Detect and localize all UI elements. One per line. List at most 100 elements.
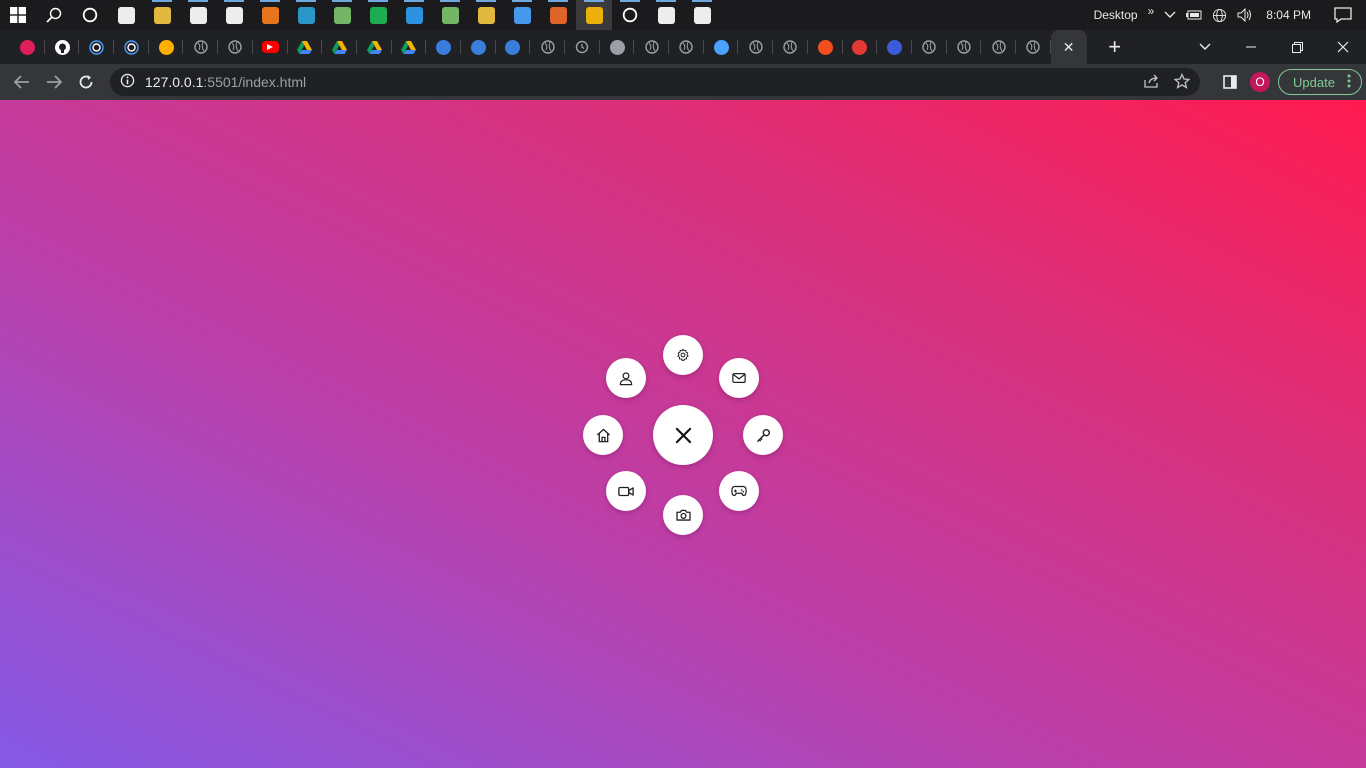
menu-item-settings[interactable]: [663, 335, 703, 375]
browser-tab[interactable]: [738, 30, 774, 64]
taskbar-app-git-kraken[interactable]: [432, 0, 468, 30]
taskbar-app-windows-start[interactable]: [0, 0, 36, 30]
taskbar-app-spotify[interactable]: [360, 0, 396, 30]
side-panel-icon[interactable]: [1214, 66, 1246, 98]
taskbar-app-python[interactable]: [468, 0, 504, 30]
browser-tab[interactable]: [392, 30, 427, 64]
restore-icon[interactable]: [1274, 30, 1320, 64]
browser-tab[interactable]: [183, 30, 219, 64]
close-tab-icon[interactable]: ✕: [1063, 39, 1075, 56]
taskbar-app-chrome[interactable]: [576, 0, 612, 30]
tab-search-icon[interactable]: [1182, 30, 1228, 64]
video-icon: [618, 486, 634, 496]
browser-tab[interactable]: [496, 30, 531, 64]
browser-tab[interactable]: [912, 30, 947, 64]
taskbar-app-microsoft-store[interactable]: [180, 0, 216, 30]
active-tab[interactable]: ✕: [1050, 30, 1087, 64]
browser-tab[interactable]: [288, 30, 323, 64]
share-icon[interactable]: [1144, 74, 1160, 91]
google-drive-icon: [297, 40, 313, 55]
browser-tab[interactable]: [149, 30, 184, 64]
browser-tab[interactable]: [669, 30, 704, 64]
back-arrow-icon[interactable]: [6, 66, 38, 98]
toolbar-more[interactable]: »: [1148, 4, 1155, 18]
notifications-icon[interactable]: [1334, 7, 1352, 23]
browser-tab[interactable]: [322, 30, 357, 64]
chevron-up-icon[interactable]: [1164, 11, 1176, 19]
browser-tab[interactable]: [218, 30, 253, 64]
menu-item-gamepad[interactable]: [719, 471, 759, 511]
taskbar-app-edge[interactable]: [288, 0, 324, 30]
history-icon: [575, 40, 590, 55]
taskbar-app-vscode[interactable]: [396, 0, 432, 30]
browser-tab[interactable]: [981, 30, 1016, 64]
browser-tab[interactable]: [877, 30, 912, 64]
browser-tab[interactable]: [808, 30, 843, 64]
running-indicator: [152, 0, 172, 2]
close-window-icon[interactable]: [1320, 30, 1366, 64]
menu-item-user[interactable]: [606, 358, 646, 398]
browser-tab[interactable]: [600, 30, 635, 64]
running-indicator: [512, 0, 532, 2]
browser-tab[interactable]: [947, 30, 982, 64]
menu-item-video[interactable]: [606, 471, 646, 511]
taskbar-app-usb[interactable]: [684, 0, 720, 30]
clock[interactable]: 8:04 PM: [1266, 8, 1311, 22]
taskbar-app-browser[interactable]: [504, 0, 540, 30]
browser-tab[interactable]: [530, 30, 565, 64]
address-bar[interactable]: 127.0.0.1:5501/index.html: [110, 68, 1200, 96]
browser-tab[interactable]: [426, 30, 461, 64]
radial-menu-toggle[interactable]: [653, 405, 713, 465]
menu-item-home[interactable]: [583, 415, 623, 455]
taskbar-app-cortana[interactable]: [72, 0, 108, 30]
browser-tab[interactable]: [565, 30, 600, 64]
taskbar-app-sublime-text[interactable]: [252, 0, 288, 30]
taskbar-app-target[interactable]: [612, 0, 648, 30]
globe-icon: [956, 40, 971, 55]
taskbar-app-file-explorer[interactable]: [144, 0, 180, 30]
running-indicator: [548, 0, 568, 2]
menu-item-camera[interactable]: [663, 495, 703, 535]
browser-tab[interactable]: [45, 30, 80, 64]
bookmark-star-icon[interactable]: [1173, 72, 1191, 92]
taskbar-app-terminal[interactable]: [540, 0, 576, 30]
taskbar-app-task-view[interactable]: [108, 0, 144, 30]
minimize-icon[interactable]: [1228, 30, 1274, 64]
google-drive-icon: [366, 40, 382, 55]
taskbar-app-settings[interactable]: [648, 0, 684, 30]
forward-arrow-icon[interactable]: [38, 66, 70, 98]
tab-list: [10, 30, 1051, 64]
network-globe-icon[interactable]: [1212, 8, 1227, 23]
menu-item-mail[interactable]: [719, 358, 759, 398]
profile-avatar[interactable]: O: [1250, 72, 1270, 92]
browser-tab[interactable]: [79, 30, 115, 64]
battery-icon[interactable]: [1186, 10, 1202, 20]
browser-tab[interactable]: [461, 30, 496, 64]
reload-icon[interactable]: [70, 66, 102, 98]
taskbar-app-mail[interactable]: [216, 0, 252, 30]
taskbar-app-search[interactable]: [36, 0, 72, 30]
volume-icon[interactable]: [1237, 8, 1253, 22]
browser-tab[interactable]: [253, 30, 288, 64]
running-indicator: [476, 0, 496, 2]
browser-tab[interactable]: [357, 30, 392, 64]
shield-icon: [887, 39, 903, 55]
more-vertical-icon[interactable]: [1347, 74, 1351, 91]
browser-tab[interactable]: [1016, 30, 1051, 64]
browser-tab[interactable]: [10, 30, 45, 64]
git-icon: [333, 6, 351, 24]
browser-tab[interactable]: [634, 30, 670, 64]
menu-item-key[interactable]: [743, 415, 783, 455]
browser-tab[interactable]: [114, 30, 149, 64]
browser-tab[interactable]: [704, 30, 739, 64]
site-info-icon[interactable]: [120, 73, 135, 91]
update-button[interactable]: Update: [1278, 69, 1362, 95]
target-icon: [89, 39, 104, 55]
browser-icon: [513, 6, 531, 24]
new-tab-button[interactable]: +: [1103, 34, 1127, 60]
taskbar-app-git[interactable]: [324, 0, 360, 30]
browser-tab-strip: ✕ +: [0, 30, 1366, 64]
desktop-toolbar-label[interactable]: Desktop: [1094, 8, 1138, 22]
browser-tab[interactable]: [773, 30, 808, 64]
browser-tab[interactable]: [843, 30, 878, 64]
